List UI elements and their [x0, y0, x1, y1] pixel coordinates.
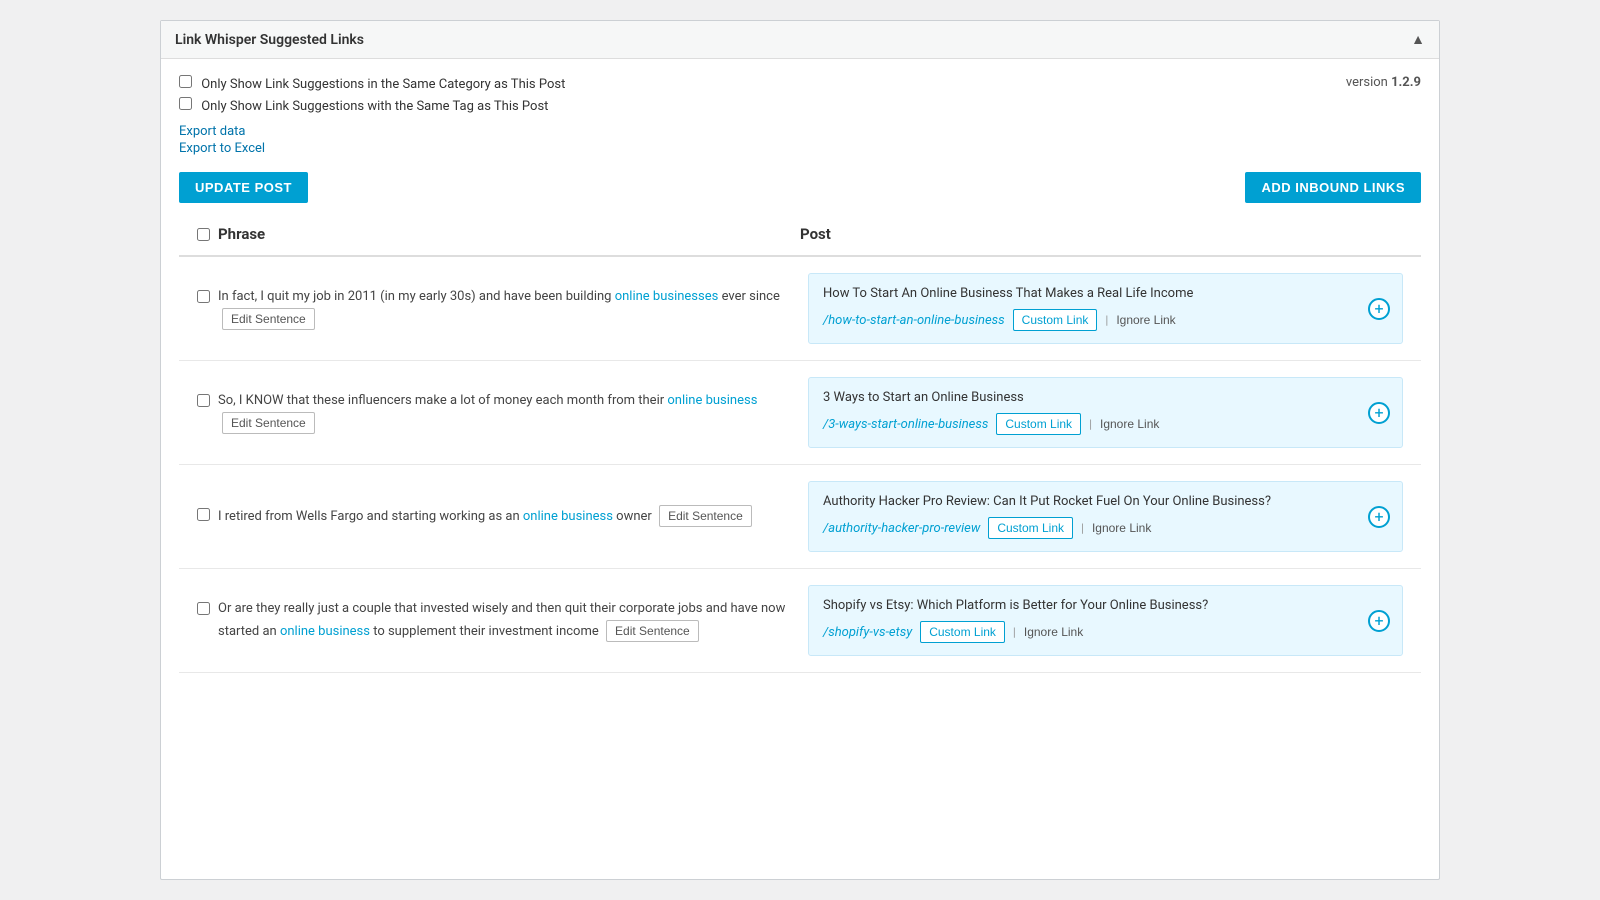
phrase-cell: I retired from Wells Fargo and starting …	[197, 505, 792, 529]
phrase-link: online business	[523, 509, 613, 524]
category-filter-checkbox[interactable]	[179, 75, 192, 88]
phrase-after: ever since	[718, 289, 780, 304]
post-bottom: /3-ways-start-online-business Custom Lin…	[823, 413, 1388, 435]
edit-sentence-button[interactable]: Edit Sentence	[222, 308, 315, 330]
category-filter-label[interactable]: Only Show Link Suggestions in the Same C…	[179, 75, 565, 92]
options-row: Only Show Link Suggestions in the Same C…	[179, 75, 1421, 158]
phrase-cell: So, I KNOW that these influencers make a…	[197, 391, 792, 435]
post-slug: /authority-hacker-pro-review	[823, 521, 980, 536]
phrase-column-header: Phrase	[197, 225, 800, 243]
panel-toggle-icon[interactable]: ▲	[1411, 31, 1425, 48]
phrase-before: In fact, I quit my job in 2011 (in my ea…	[218, 289, 615, 304]
custom-link-button[interactable]: Custom Link	[988, 517, 1073, 539]
row-checkbox[interactable]	[197, 508, 210, 521]
update-post-button[interactable]: UPDATE POST	[179, 172, 308, 203]
post-slug: /3-ways-start-online-business	[823, 417, 988, 432]
phrase-link: online business	[667, 393, 757, 408]
post-title: 3 Ways to Start an Online Business	[823, 390, 1388, 405]
phrase-text: So, I KNOW that these influencers make a…	[218, 391, 792, 435]
expand-button[interactable]: +	[1368, 402, 1390, 424]
ignore-link-button[interactable]: Ignore Link	[1116, 313, 1175, 327]
row-checkbox-wrap[interactable]	[197, 508, 210, 529]
version-display: version 1.2.9	[1346, 75, 1421, 90]
export-excel-link[interactable]: Export to Excel	[179, 141, 565, 156]
separator: |	[1013, 625, 1016, 639]
table-row: So, I KNOW that these influencers make a…	[179, 361, 1421, 465]
post-bottom: /shopify-vs-etsy Custom Link | Ignore Li…	[823, 621, 1388, 643]
phrase-cell: Or are they really just a couple that in…	[197, 599, 792, 643]
row-checkbox-wrap[interactable]	[197, 394, 210, 415]
custom-link-button[interactable]: Custom Link	[996, 413, 1081, 435]
action-row: UPDATE POST ADD INBOUND LINKS	[179, 172, 1421, 203]
panel-body: Only Show Link Suggestions in the Same C…	[161, 59, 1439, 689]
phrase-link: online businesses	[615, 289, 719, 304]
separator: |	[1105, 313, 1108, 327]
post-title: How To Start An Online Business That Mak…	[823, 286, 1388, 301]
post-bottom: /authority-hacker-pro-review Custom Link…	[823, 517, 1388, 539]
phrase-after: to supplement their investment income	[370, 624, 599, 639]
post-slug: /shopify-vs-etsy	[823, 625, 912, 640]
panel-title: Link Whisper Suggested Links	[175, 32, 364, 48]
row-checkbox-wrap[interactable]	[197, 602, 210, 623]
post-bottom: /how-to-start-an-online-business Custom …	[823, 309, 1388, 331]
row-checkbox[interactable]	[197, 602, 210, 615]
table-row: Or are they really just a couple that in…	[179, 569, 1421, 673]
post-card: How To Start An Online Business That Mak…	[808, 273, 1403, 344]
phrase-text: Or are they really just a couple that in…	[218, 599, 792, 643]
post-slug: /how-to-start-an-online-business	[823, 313, 1005, 328]
phrase-text: In fact, I quit my job in 2011 (in my ea…	[218, 287, 792, 331]
edit-sentence-button[interactable]: Edit Sentence	[606, 620, 699, 642]
phrase-link: online business	[280, 624, 370, 639]
row-checkbox-wrap[interactable]	[197, 290, 210, 311]
checkboxes: Only Show Link Suggestions in the Same C…	[179, 75, 565, 114]
export-data-link[interactable]: Export data	[179, 124, 565, 139]
phrase-text: I retired from Wells Fargo and starting …	[218, 505, 792, 528]
panel-header: Link Whisper Suggested Links ▲	[161, 21, 1439, 59]
custom-link-button[interactable]: Custom Link	[920, 621, 1005, 643]
options-left: Only Show Link Suggestions in the Same C…	[179, 75, 565, 158]
tag-filter-checkbox[interactable]	[179, 97, 192, 110]
phrase-before: I retired from Wells Fargo and starting …	[218, 509, 523, 524]
phrase-before: So, I KNOW that these influencers make a…	[218, 393, 667, 408]
expand-button[interactable]: +	[1368, 506, 1390, 528]
ignore-link-button[interactable]: Ignore Link	[1024, 625, 1083, 639]
add-inbound-links-button[interactable]: ADD INBOUND LINKS	[1245, 172, 1421, 203]
separator: |	[1089, 417, 1092, 431]
table-header: Phrase Post	[179, 213, 1421, 257]
phrase-cell: In fact, I quit my job in 2011 (in my ea…	[197, 287, 792, 331]
export-links: Export data Export to Excel	[179, 124, 565, 156]
suggestions-list: In fact, I quit my job in 2011 (in my ea…	[179, 257, 1421, 673]
edit-sentence-button[interactable]: Edit Sentence	[222, 412, 315, 434]
row-checkbox[interactable]	[197, 394, 210, 407]
row-checkbox[interactable]	[197, 290, 210, 303]
custom-link-button[interactable]: Custom Link	[1013, 309, 1098, 331]
table-row: In fact, I quit my job in 2011 (in my ea…	[179, 257, 1421, 361]
post-title: Authority Hacker Pro Review: Can It Put …	[823, 494, 1388, 509]
phrase-after: owner	[613, 509, 652, 524]
edit-sentence-button[interactable]: Edit Sentence	[659, 505, 752, 527]
post-card: 3 Ways to Start an Online Business /3-wa…	[808, 377, 1403, 448]
post-card: Authority Hacker Pro Review: Can It Put …	[808, 481, 1403, 552]
expand-button[interactable]: +	[1368, 610, 1390, 632]
table-row: I retired from Wells Fargo and starting …	[179, 465, 1421, 569]
post-title: Shopify vs Etsy: Which Platform is Bette…	[823, 598, 1388, 613]
post-card: Shopify vs Etsy: Which Platform is Bette…	[808, 585, 1403, 656]
expand-button[interactable]: +	[1368, 298, 1390, 320]
tag-filter-label[interactable]: Only Show Link Suggestions with the Same…	[179, 97, 565, 114]
ignore-link-button[interactable]: Ignore Link	[1092, 521, 1151, 535]
ignore-link-button[interactable]: Ignore Link	[1100, 417, 1159, 431]
post-column-header: Post	[800, 225, 1403, 243]
separator: |	[1081, 521, 1084, 535]
select-all-checkbox[interactable]	[197, 228, 210, 241]
